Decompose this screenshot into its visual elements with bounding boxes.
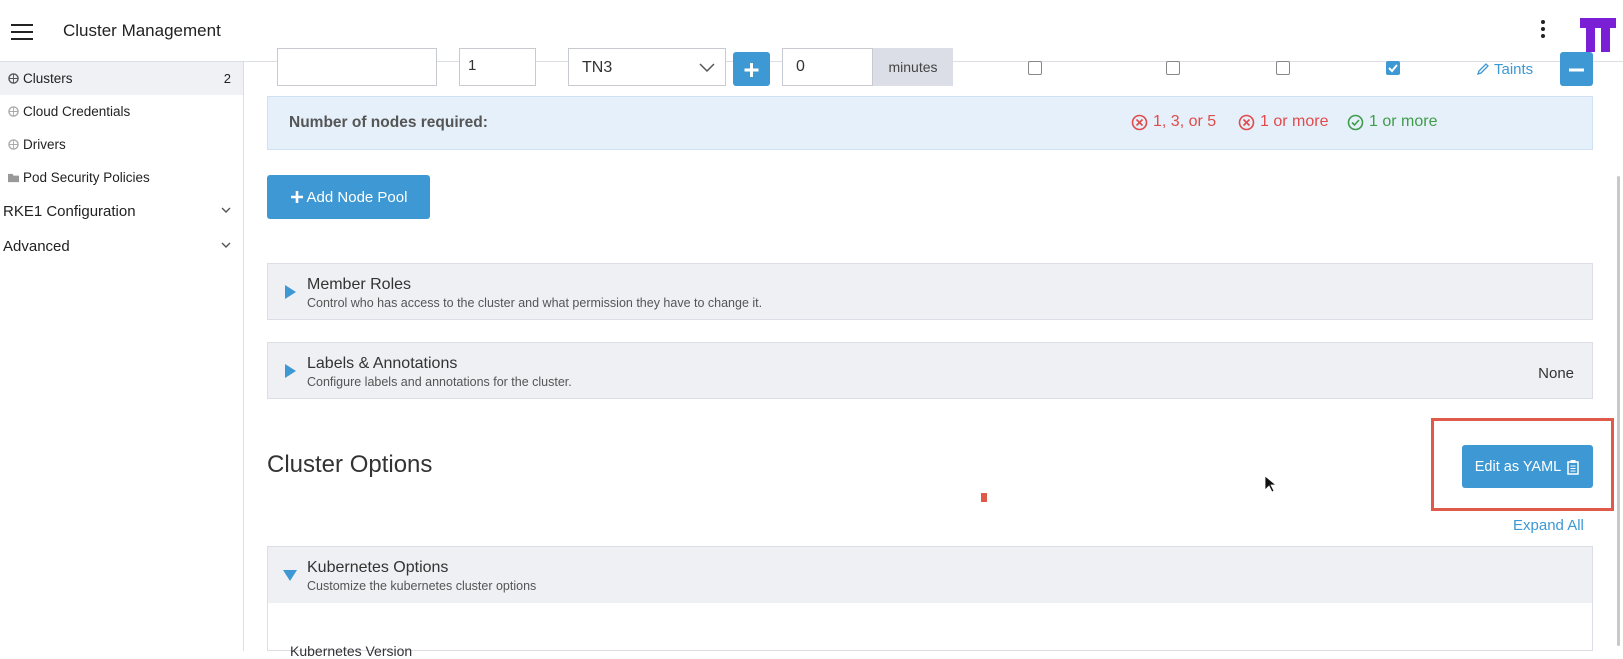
accordion-title: Kubernetes Options bbox=[307, 559, 449, 576]
globe-icon bbox=[8, 73, 19, 84]
cluster-count-badge: 2 bbox=[223, 71, 231, 86]
more-options-icon[interactable] bbox=[1540, 20, 1546, 44]
quantity-value: 1 bbox=[468, 57, 477, 74]
globe-icon bbox=[8, 106, 19, 117]
sidebar: Clusters 2 Cloud Credentials Drivers Pod… bbox=[0, 62, 244, 651]
sidebar-item-label: Cloud Credentials bbox=[23, 104, 131, 119]
node-template-select[interactable]: TN3 bbox=[568, 48, 726, 86]
plus-icon bbox=[290, 191, 303, 203]
remove-node-pool-button[interactable] bbox=[1560, 52, 1593, 86]
chevron-down-icon bbox=[699, 63, 715, 73]
sidebar-item-label: Drivers bbox=[23, 137, 66, 152]
accordion-subtitle: Customize the kubernetes cluster options bbox=[307, 579, 537, 593]
pencil-icon bbox=[1476, 63, 1489, 76]
chevron-down-icon bbox=[221, 207, 231, 213]
sidebar-item-drivers[interactable]: Drivers bbox=[0, 128, 243, 161]
member-roles-accordion[interactable]: Member Roles Control who has access to t… bbox=[267, 263, 1593, 320]
sidebar-item-cloud-credentials[interactable]: Cloud Credentials bbox=[0, 95, 243, 128]
labels-annotations-value: None bbox=[1538, 365, 1574, 382]
labels-annotations-accordion[interactable]: Labels & Annotations Configure labels an… bbox=[267, 342, 1593, 399]
cluster-options-title: Cluster Options bbox=[267, 451, 433, 478]
sidebar-group-rke1-configuration[interactable]: RKE1 Configuration bbox=[0, 194, 243, 229]
etcd-requirement: 1, 3, or 5 bbox=[1131, 113, 1216, 131]
worker-requirement-text: 1 or more bbox=[1369, 113, 1438, 130]
control-plane-checkbox[interactable] bbox=[1166, 61, 1180, 75]
worker-requirement: 1 or more bbox=[1347, 113, 1437, 131]
delay-input[interactable]: 0 bbox=[782, 48, 873, 86]
worker-checkbox[interactable] bbox=[1276, 61, 1290, 75]
accordion-title: Member Roles bbox=[307, 276, 412, 293]
minus-icon bbox=[1569, 68, 1584, 72]
vertical-scrollbar[interactable] bbox=[1617, 176, 1620, 646]
windows-checkbox[interactable] bbox=[1386, 61, 1400, 75]
expand-all-link[interactable]: Expand All bbox=[1513, 517, 1584, 534]
add-template-button[interactable] bbox=[733, 52, 770, 86]
add-node-pool-label: Add Node Pool bbox=[306, 188, 408, 206]
etcd-requirement-text: 1, 3, or 5 bbox=[1153, 113, 1217, 130]
nodes-required-label: Number of nodes required: bbox=[289, 114, 488, 131]
page-title: Cluster Management bbox=[63, 21, 221, 40]
sidebar-item-label: Pod Security Policies bbox=[23, 170, 150, 185]
control-plane-requirement-text: 1 or more bbox=[1260, 113, 1329, 130]
sidebar-group-advanced[interactable]: Advanced bbox=[0, 229, 243, 264]
accordion-subtitle: Control who has access to the cluster an… bbox=[307, 296, 763, 310]
clipboard-icon bbox=[1567, 459, 1579, 475]
sidebar-item-pod-security-policies[interactable]: Pod Security Policies bbox=[0, 161, 243, 194]
error-circle-icon bbox=[1131, 114, 1148, 130]
edit-as-yaml-button[interactable]: Edit as YAML bbox=[1462, 445, 1593, 488]
sidebar-item-clusters[interactable]: Clusters 2 bbox=[0, 62, 243, 95]
expand-triangle-icon bbox=[285, 364, 296, 378]
collapse-triangle-icon bbox=[283, 570, 297, 581]
mouse-cursor-icon bbox=[1264, 475, 1276, 493]
kubernetes-options-body: Kubernetes Version bbox=[267, 603, 1593, 659]
etcd-checkbox[interactable] bbox=[1028, 61, 1042, 75]
template-value: TN3 bbox=[582, 59, 613, 76]
error-circle-icon bbox=[1238, 114, 1255, 130]
check-circle-icon bbox=[1347, 114, 1364, 130]
node-pool-prefix-input[interactable] bbox=[277, 48, 437, 86]
nodes-required-bar: Number of nodes required: 1, 3, or 5 1 o… bbox=[267, 96, 1593, 150]
app-logo[interactable] bbox=[1580, 18, 1616, 54]
delay-value: 0 bbox=[796, 58, 805, 75]
sidebar-item-label: Clusters bbox=[23, 71, 73, 86]
sidebar-group-label: Advanced bbox=[3, 238, 70, 255]
globe-icon bbox=[8, 139, 19, 150]
taints-link[interactable]: Taints bbox=[1476, 61, 1533, 78]
kubernetes-options-accordion[interactable]: Kubernetes Options Customize the kuberne… bbox=[267, 546, 1593, 604]
red-marker bbox=[981, 493, 987, 502]
kubernetes-version-label: Kubernetes Version bbox=[290, 643, 413, 659]
accordion-title: Labels & Annotations bbox=[307, 355, 458, 372]
chevron-down-icon bbox=[221, 242, 231, 248]
node-pool-quantity-input[interactable]: 1 bbox=[459, 48, 536, 86]
expand-triangle-icon bbox=[285, 285, 296, 299]
hamburger-menu-icon[interactable] bbox=[11, 24, 33, 40]
add-node-pool-button[interactable]: Add Node Pool bbox=[267, 175, 430, 219]
taints-label: Taints bbox=[1494, 61, 1534, 78]
sidebar-group-label: RKE1 Configuration bbox=[3, 203, 136, 220]
delay-unit-addon: minutes bbox=[873, 48, 953, 86]
accordion-subtitle: Configure labels and annotations for the… bbox=[307, 375, 572, 389]
folder-icon bbox=[8, 173, 19, 183]
check-icon bbox=[1388, 64, 1398, 73]
plus-icon bbox=[744, 63, 759, 77]
control-plane-requirement: 1 or more bbox=[1238, 113, 1328, 131]
edit-as-yaml-label: Edit as YAML bbox=[1474, 458, 1562, 475]
